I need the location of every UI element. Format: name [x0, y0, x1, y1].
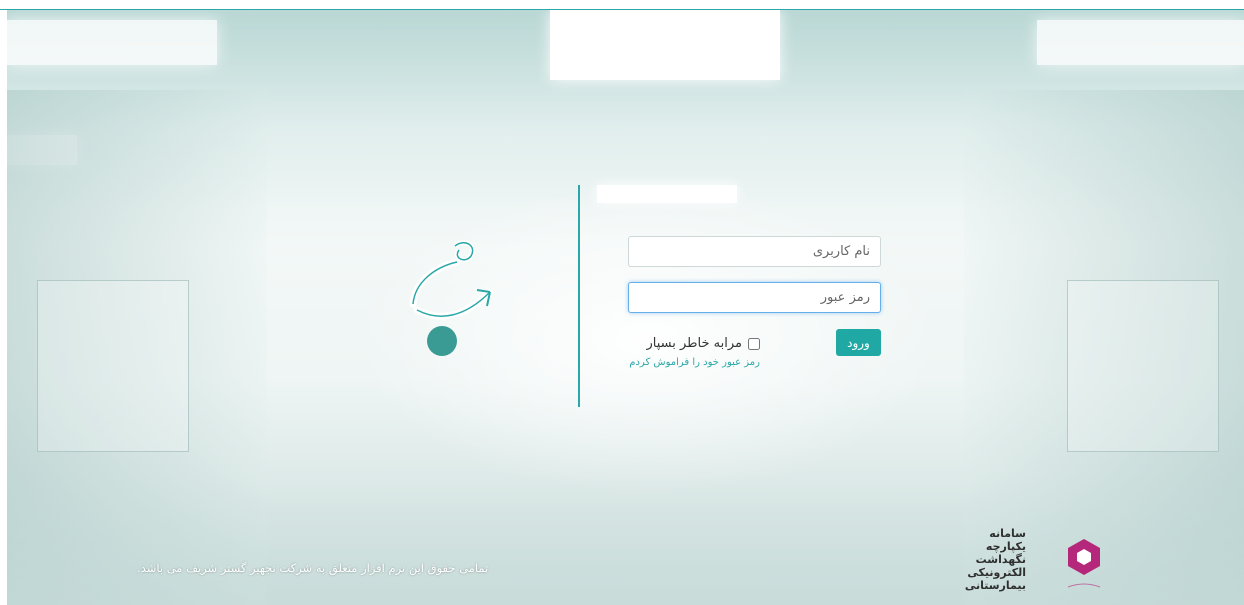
floor [7, 475, 1244, 605]
system-name-line: سامانه [989, 527, 1026, 540]
remember-me[interactable]: مرابه خاطر بسپار [625, 336, 760, 351]
left-glass-panel [37, 280, 189, 452]
remember-me-checkbox[interactable] [748, 337, 760, 350]
system-name-line: بیمارستانی [964, 579, 1026, 592]
ceiling-light [7, 20, 217, 65]
system-name: سامانه یکپارچه نگهداشت الکترونیکی بیمارس… [964, 527, 1026, 592]
top-border [0, 0, 1244, 10]
username-input[interactable] [628, 236, 881, 267]
right-glass-panel [1067, 280, 1219, 452]
vertical-divider [578, 185, 580, 407]
ceiling-light [597, 185, 737, 203]
login-button[interactable]: ورود [836, 329, 881, 356]
arrow-circle-brand-icon [409, 240, 494, 356]
password-input[interactable] [628, 282, 881, 313]
background-corridor-image [7, 10, 1244, 605]
system-name-line: یکپارچه [985, 540, 1026, 553]
remember-me-label: مرابه خاطر بسپار [646, 336, 743, 351]
system-name-line: الکترونیکی [967, 566, 1026, 579]
forgot-password-link[interactable]: رمز عبور خود را فراموش کردم [625, 357, 760, 368]
hexagon-logo-icon [1067, 539, 1101, 588]
system-name-line: نگهداشت [975, 553, 1026, 566]
copyright-text: تمامی حقوق این نرم افزار متعلق به شرکت ت… [137, 561, 489, 575]
ceiling-light [1037, 20, 1244, 65]
ceiling-light [550, 10, 780, 80]
